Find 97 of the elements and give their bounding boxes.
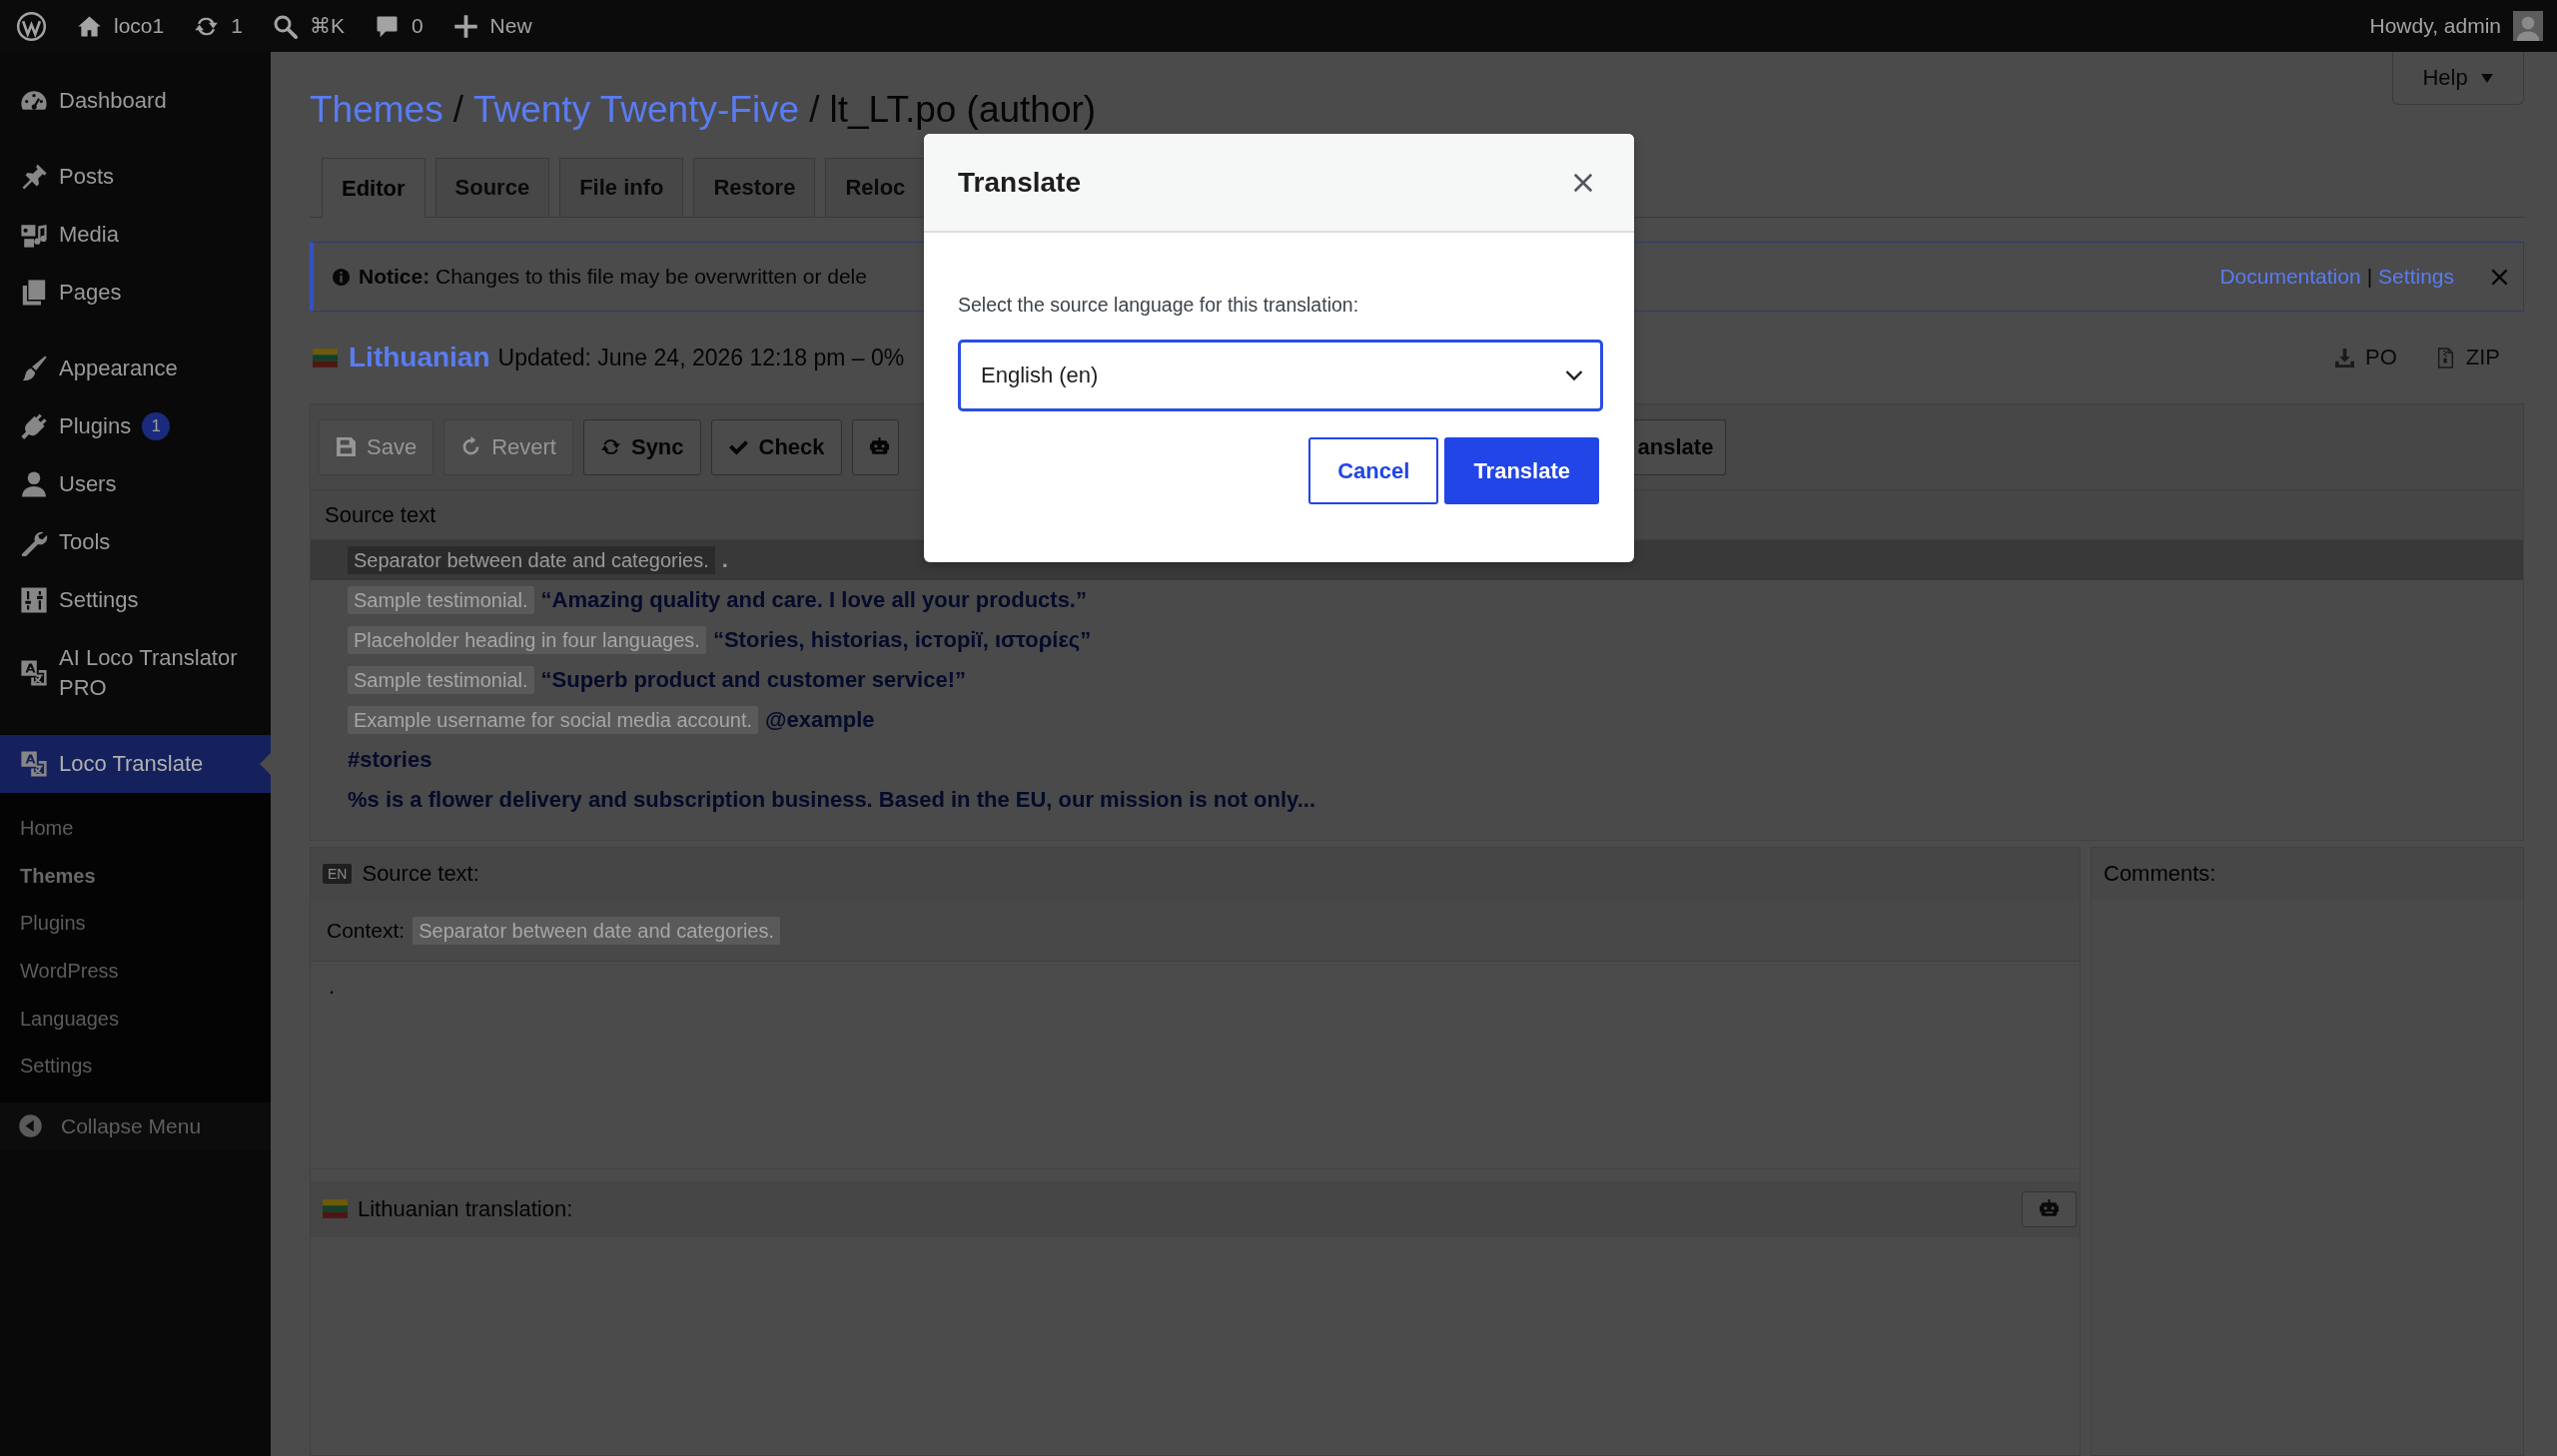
breadcrumb-link[interactable]: Themes: [310, 86, 443, 134]
breadcrumb-separator: /: [809, 88, 820, 132]
auto-translate-button[interactable]: [2022, 1190, 2077, 1227]
caret-icon: [2479, 71, 2494, 85]
count-badge: 1: [142, 412, 171, 440]
plug-icon: [20, 412, 48, 440]
dialog-prompt: Select the source language for this translation:: [958, 293, 1360, 317]
context-label: Context:: [327, 918, 406, 943]
admin-bar-link[interactable]: New: [452, 13, 532, 39]
submenu-item[interactable]: WordPress: [0, 947, 271, 996]
source-string: “Superb product and customer service!”: [540, 667, 966, 693]
tab[interactable]: Restore: [693, 158, 816, 217]
logo-icon[interactable]: [16, 10, 47, 42]
sidebar-item[interactable]: AI Loco Translator PRO: [0, 629, 271, 717]
sync-icon: [599, 436, 621, 457]
context-tag: Sample testimonial.: [348, 666, 534, 694]
pages-icon: [20, 279, 48, 307]
panel-title: Source text:: [362, 861, 479, 887]
sidebar-item[interactable]: Appearance: [0, 340, 271, 397]
download-icon: [2333, 347, 2355, 368]
robot-icon: [2039, 1198, 2060, 1219]
sidebar-item[interactable]: Pages: [0, 264, 271, 322]
sidebar-item[interactable]: Media: [0, 206, 271, 264]
tab[interactable]: File info: [559, 158, 684, 217]
admin-bar-link[interactable]: 1: [194, 13, 243, 39]
submenu-item[interactable]: Settings: [0, 1042, 271, 1091]
submenu-item[interactable]: Plugins: [0, 900, 271, 948]
sidebar-item[interactable]: Tools: [0, 513, 271, 571]
context-tag: Separator between date and categories.: [348, 546, 715, 574]
notice-text: Notice: Changes to this file may be overwritten or dele: [359, 265, 867, 289]
close-button[interactable]: [1572, 171, 1594, 194]
toolbar-button[interactable]: Sync: [582, 418, 701, 475]
language-badge: EN: [323, 864, 353, 884]
source-string: .: [721, 547, 728, 573]
page-title: lt_LT.po (author): [829, 88, 1097, 132]
dialog-title: Translate: [958, 166, 1081, 199]
submenu-item[interactable]: Themes: [0, 852, 271, 901]
breadcrumb-link[interactable]: Twenty Twenty-Five: [472, 86, 800, 134]
pushpin-icon: [20, 163, 48, 191]
flag-icon: [323, 1199, 348, 1218]
flag-icon: [313, 348, 338, 367]
context-tag: Sample testimonial.: [348, 586, 534, 614]
admin-bar-link[interactable]: ⌘K: [272, 13, 345, 39]
link-separator: |: [2366, 265, 2373, 289]
close-icon: [1572, 171, 1594, 194]
translate-icon: [20, 750, 48, 778]
search-icon: [272, 13, 298, 39]
updated-text: Updated: June 24, 2026 12:18 pm – 0%: [497, 344, 905, 371]
context-tag: Separator between date and categories.: [413, 916, 781, 945]
sidebar-item[interactable]: Posts: [0, 148, 271, 206]
comments-header: Comments:: [2092, 848, 2523, 900]
admin-bar-link[interactable]: loco1: [77, 13, 165, 39]
robot-icon: [868, 436, 890, 457]
toolbar-button[interactable]: Check: [710, 418, 842, 475]
notice-link[interactable]: Settings: [2378, 265, 2454, 289]
download-link[interactable]: ZIP: [2434, 345, 2500, 370]
sidebar-item[interactable]: Dashboard: [0, 72, 271, 130]
sidebar-item[interactable]: Settings: [0, 571, 271, 629]
help-button[interactable]: Help: [2392, 52, 2524, 105]
dismiss-button[interactable]: [2490, 267, 2509, 287]
language-link[interactable]: Lithuanian: [349, 342, 490, 373]
primary-button[interactable]: Translate: [1444, 437, 1599, 504]
sliders-icon: [20, 586, 48, 614]
source-text-area: .: [311, 965, 2080, 1169]
tab[interactable]: Source: [434, 158, 550, 217]
breadcrumb-separator: /: [452, 88, 463, 132]
panel-title: Lithuanian translation:: [358, 1195, 573, 1222]
tab[interactable]: Editor: [322, 158, 426, 218]
download-link[interactable]: PO: [2333, 345, 2397, 370]
sidebar-item[interactable]: Loco Translate: [0, 735, 271, 793]
user-icon: [20, 470, 48, 498]
source-string: #stories: [348, 747, 432, 773]
context-tag: Example username for social media account.: [348, 706, 759, 734]
translate-icon: [20, 659, 48, 687]
paintbrush-icon: [20, 355, 48, 382]
toolbar-button[interactable]: anslate: [1633, 418, 1727, 475]
source-string: “Amazing quality and care. I love all your products.”: [540, 587, 1087, 613]
source-string: “Stories, historias, історії, ιστορίες”: [712, 627, 1092, 653]
language-select[interactable]: English (en): [958, 340, 1603, 411]
close-icon: [2490, 267, 2509, 287]
info-icon: [332, 267, 351, 287]
plus-icon: [452, 13, 478, 39]
submenu-item[interactable]: Languages: [0, 995, 271, 1043]
sidebar-item[interactable]: Plugins 1: [0, 397, 271, 455]
notice-link[interactable]: Documentation: [2219, 265, 2361, 289]
toolbar-button[interactable]: [851, 418, 899, 475]
account-menu[interactable]: Howdy, admin: [2369, 11, 2543, 41]
source-string: %s is a flower delivery and subscription business. Based in the EU, our mission is not only...: [348, 787, 1316, 813]
submenu-item[interactable]: Home: [0, 805, 271, 853]
secondary-button[interactable]: Cancel: [1308, 437, 1439, 504]
admin-bar-link[interactable]: 0: [374, 13, 424, 39]
context-tag: Placeholder heading in four languages.: [348, 626, 706, 654]
avatar-icon: [2513, 11, 2543, 41]
sidebar-item[interactable]: Users: [0, 455, 271, 513]
source-string: @example: [765, 707, 875, 733]
tab[interactable]: Reloc: [825, 158, 926, 217]
collapse-icon: [18, 1113, 43, 1139]
